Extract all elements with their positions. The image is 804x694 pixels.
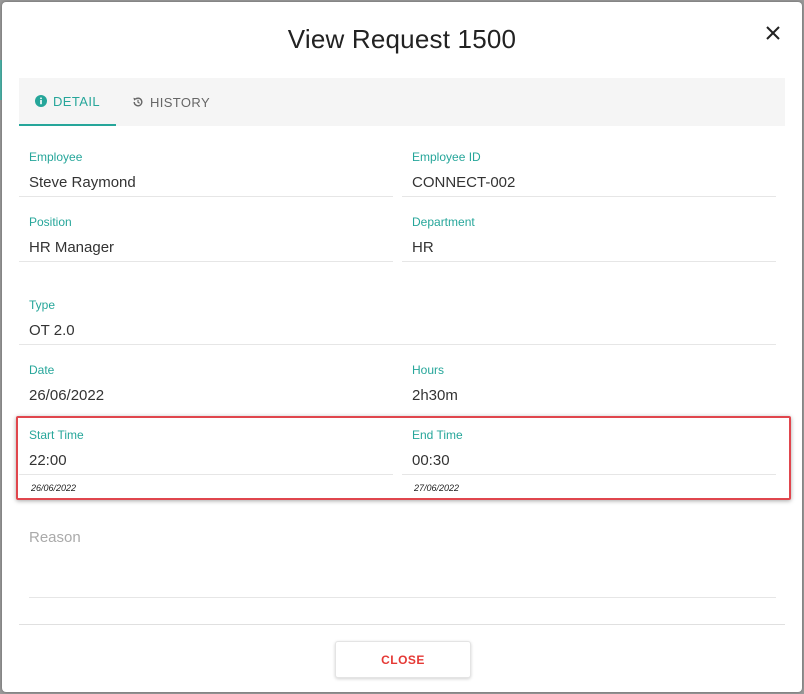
employee-id-label: Employee ID bbox=[412, 150, 481, 164]
tab-detail[interactable]: DETAIL bbox=[19, 78, 116, 126]
history-icon bbox=[132, 96, 144, 108]
start-time-label: Start Time bbox=[29, 428, 84, 442]
date-field: Date 26/06/2022 bbox=[19, 363, 393, 409]
position-field: Position HR Manager bbox=[19, 215, 393, 262]
employee-id-field: Employee ID CONNECT-002 bbox=[402, 150, 776, 197]
tab-detail-label: DETAIL bbox=[53, 93, 100, 109]
employee-field: Employee Steve Raymond bbox=[19, 150, 393, 197]
date-value: 26/06/2022 bbox=[29, 387, 105, 404]
tab-history-label: HISTORY bbox=[149, 94, 211, 110]
date-label: Date bbox=[29, 363, 55, 377]
employee-label: Employee bbox=[29, 150, 83, 164]
reason-label: Reason bbox=[29, 529, 81, 546]
end-time-date: 27/06/2022 bbox=[414, 483, 460, 493]
start-time-value: 22:00 bbox=[29, 452, 67, 469]
footer-divider bbox=[19, 624, 785, 625]
employee-value: Steve Raymond bbox=[29, 174, 136, 191]
hours-field: Hours 2h30m bbox=[402, 363, 776, 409]
type-label: Type bbox=[29, 298, 56, 312]
dialog-title: View Request 1500 bbox=[287, 24, 517, 54]
view-request-dialog: View Request 1500 DETAIL HISTORY Employe… bbox=[2, 2, 802, 692]
employee-id-value: CONNECT-002 bbox=[412, 174, 516, 191]
end-time-value: 00:30 bbox=[412, 452, 450, 469]
start-time-date: 26/06/2022 bbox=[31, 483, 77, 493]
type-value: OT 2.0 bbox=[29, 322, 75, 339]
hours-label: Hours bbox=[412, 363, 445, 377]
position-label: Position bbox=[29, 215, 72, 229]
end-time-field: End Time 00:30 27/06/2022 bbox=[402, 428, 776, 493]
position-value: HR Manager bbox=[29, 239, 115, 256]
hours-value: 2h30m bbox=[412, 387, 458, 404]
end-time-label: End Time bbox=[412, 428, 463, 442]
reason-divider bbox=[29, 597, 776, 598]
info-circle-icon bbox=[35, 95, 48, 107]
type-field: Type OT 2.0 bbox=[19, 298, 776, 345]
start-time-field: Start Time 22:00 26/06/2022 bbox=[19, 428, 393, 493]
close-icon[interactable] bbox=[760, 20, 786, 46]
tab-bar: DETAIL HISTORY bbox=[19, 78, 785, 126]
department-label: Department bbox=[412, 215, 475, 229]
close-button[interactable]: CLOSE bbox=[335, 641, 471, 678]
department-field: Department HR bbox=[402, 215, 776, 262]
department-value: HR bbox=[412, 239, 434, 256]
tab-history[interactable]: HISTORY bbox=[116, 78, 226, 126]
